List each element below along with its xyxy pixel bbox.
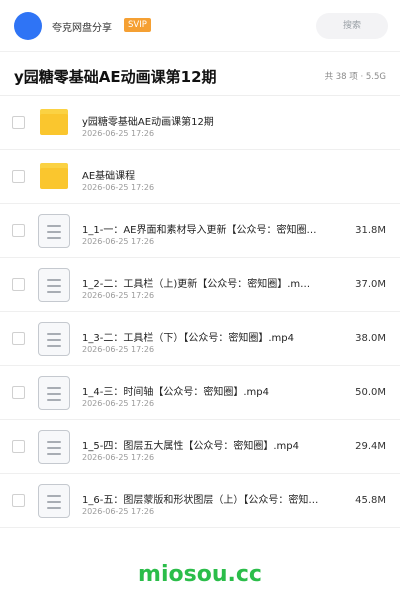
avatar[interactable]	[14, 12, 42, 40]
item-size: 29.4M	[355, 441, 386, 452]
item-size: 45.8M	[355, 495, 386, 506]
item-name: 1_3-二：工具栏（下）【公众号：密知圈】.mp4	[82, 333, 294, 344]
item-summary: 共 38 项 · 5.5G	[324, 72, 386, 82]
select-checkbox[interactable]	[12, 494, 25, 507]
select-checkbox[interactable]	[12, 386, 25, 399]
select-checkbox[interactable]	[12, 440, 25, 453]
item-name: 1_6-五：图层蒙版和形状图层（上）【公众号：密知…	[82, 495, 319, 506]
list-item-file[interactable]: 1_3-二：工具栏（下）【公众号：密知圈】.mp4 2026-06-25 17:…	[0, 312, 400, 366]
file-list: y园糖零基础AE动画课第12期 2026-06-25 17:26 AE基础课程 …	[0, 96, 400, 528]
item-size: 37.0M	[355, 279, 386, 290]
document-icon	[38, 322, 70, 356]
item-date: 2026-06-25 17:26	[82, 183, 155, 192]
list-item-file[interactable]: 1_2-二：工具栏（上)更新【公众号：密知圈】.m… 2026-06-25 17…	[0, 258, 400, 312]
select-checkbox[interactable]	[12, 170, 25, 183]
item-name: y园糖零基础AE动画课第12期	[82, 117, 214, 128]
list-item-file[interactable]: 1_4-三：时间轴【公众号：密知圈】.mp4 2026-06-25 17:26 …	[0, 366, 400, 420]
item-name: 1_2-二：工具栏（上)更新【公众号：密知圈】.m…	[82, 279, 311, 290]
folder-icon	[40, 163, 68, 189]
share-header: 夸克网盘分享 SVIP 搜索	[0, 0, 400, 52]
item-name: 1_4-三：时间轴【公众号：密知圈】.mp4	[82, 387, 269, 398]
item-date: 2026-06-25 17:26	[82, 345, 155, 354]
list-item-file[interactable]: 1_5-四：图层五大属性【公众号：密知圈】.mp4 2026-06-25 17:…	[0, 420, 400, 474]
item-size: 50.0M	[355, 387, 386, 398]
item-date: 2026-06-25 17:26	[82, 399, 155, 408]
item-date: 2026-06-25 17:26	[82, 291, 155, 300]
folder-icon	[40, 109, 68, 135]
item-date: 2026-06-25 17:26	[82, 237, 155, 246]
select-checkbox[interactable]	[12, 224, 25, 237]
item-size: 31.8M	[355, 225, 386, 236]
folder-title-row: y园糖零基础AE动画课第12期 共 38 项 · 5.5G	[0, 52, 400, 96]
list-item-folder[interactable]: AE基础课程 2026-06-25 17:26	[0, 150, 400, 204]
list-item-folder[interactable]: y园糖零基础AE动画课第12期 2026-06-25 17:26	[0, 96, 400, 150]
item-name: AE基础课程	[82, 171, 136, 182]
item-name: 1_1-一：AE界面和素材导入更新【公众号：密知圈…	[82, 225, 317, 236]
select-checkbox[interactable]	[12, 116, 25, 129]
watermark: miosou.cc	[138, 562, 262, 587]
share-name[interactable]: 夸克网盘分享	[52, 19, 112, 34]
document-icon	[38, 484, 70, 518]
item-date: 2026-06-25 17:26	[82, 507, 155, 516]
item-name: 1_5-四：图层五大属性【公众号：密知圈】.mp4	[82, 441, 299, 452]
select-checkbox[interactable]	[12, 278, 25, 291]
list-item-file[interactable]: 1_1-一：AE界面和素材导入更新【公众号：密知圈… 2026-06-25 17…	[0, 204, 400, 258]
document-icon	[38, 376, 70, 410]
select-checkbox[interactable]	[12, 332, 25, 345]
document-icon	[38, 268, 70, 302]
item-size: 38.0M	[355, 333, 386, 344]
search-input[interactable]: 搜索	[316, 13, 388, 39]
document-icon	[38, 430, 70, 464]
item-date: 2026-06-25 17:26	[82, 129, 155, 138]
page-title: y园糖零基础AE动画课第12期	[14, 68, 217, 86]
document-icon	[38, 214, 70, 248]
item-date: 2026-06-25 17:26	[82, 453, 155, 462]
list-item-file[interactable]: 1_6-五：图层蒙版和形状图层（上）【公众号：密知… 2026-06-25 17…	[0, 474, 400, 528]
svip-badge: SVIP	[124, 18, 151, 32]
